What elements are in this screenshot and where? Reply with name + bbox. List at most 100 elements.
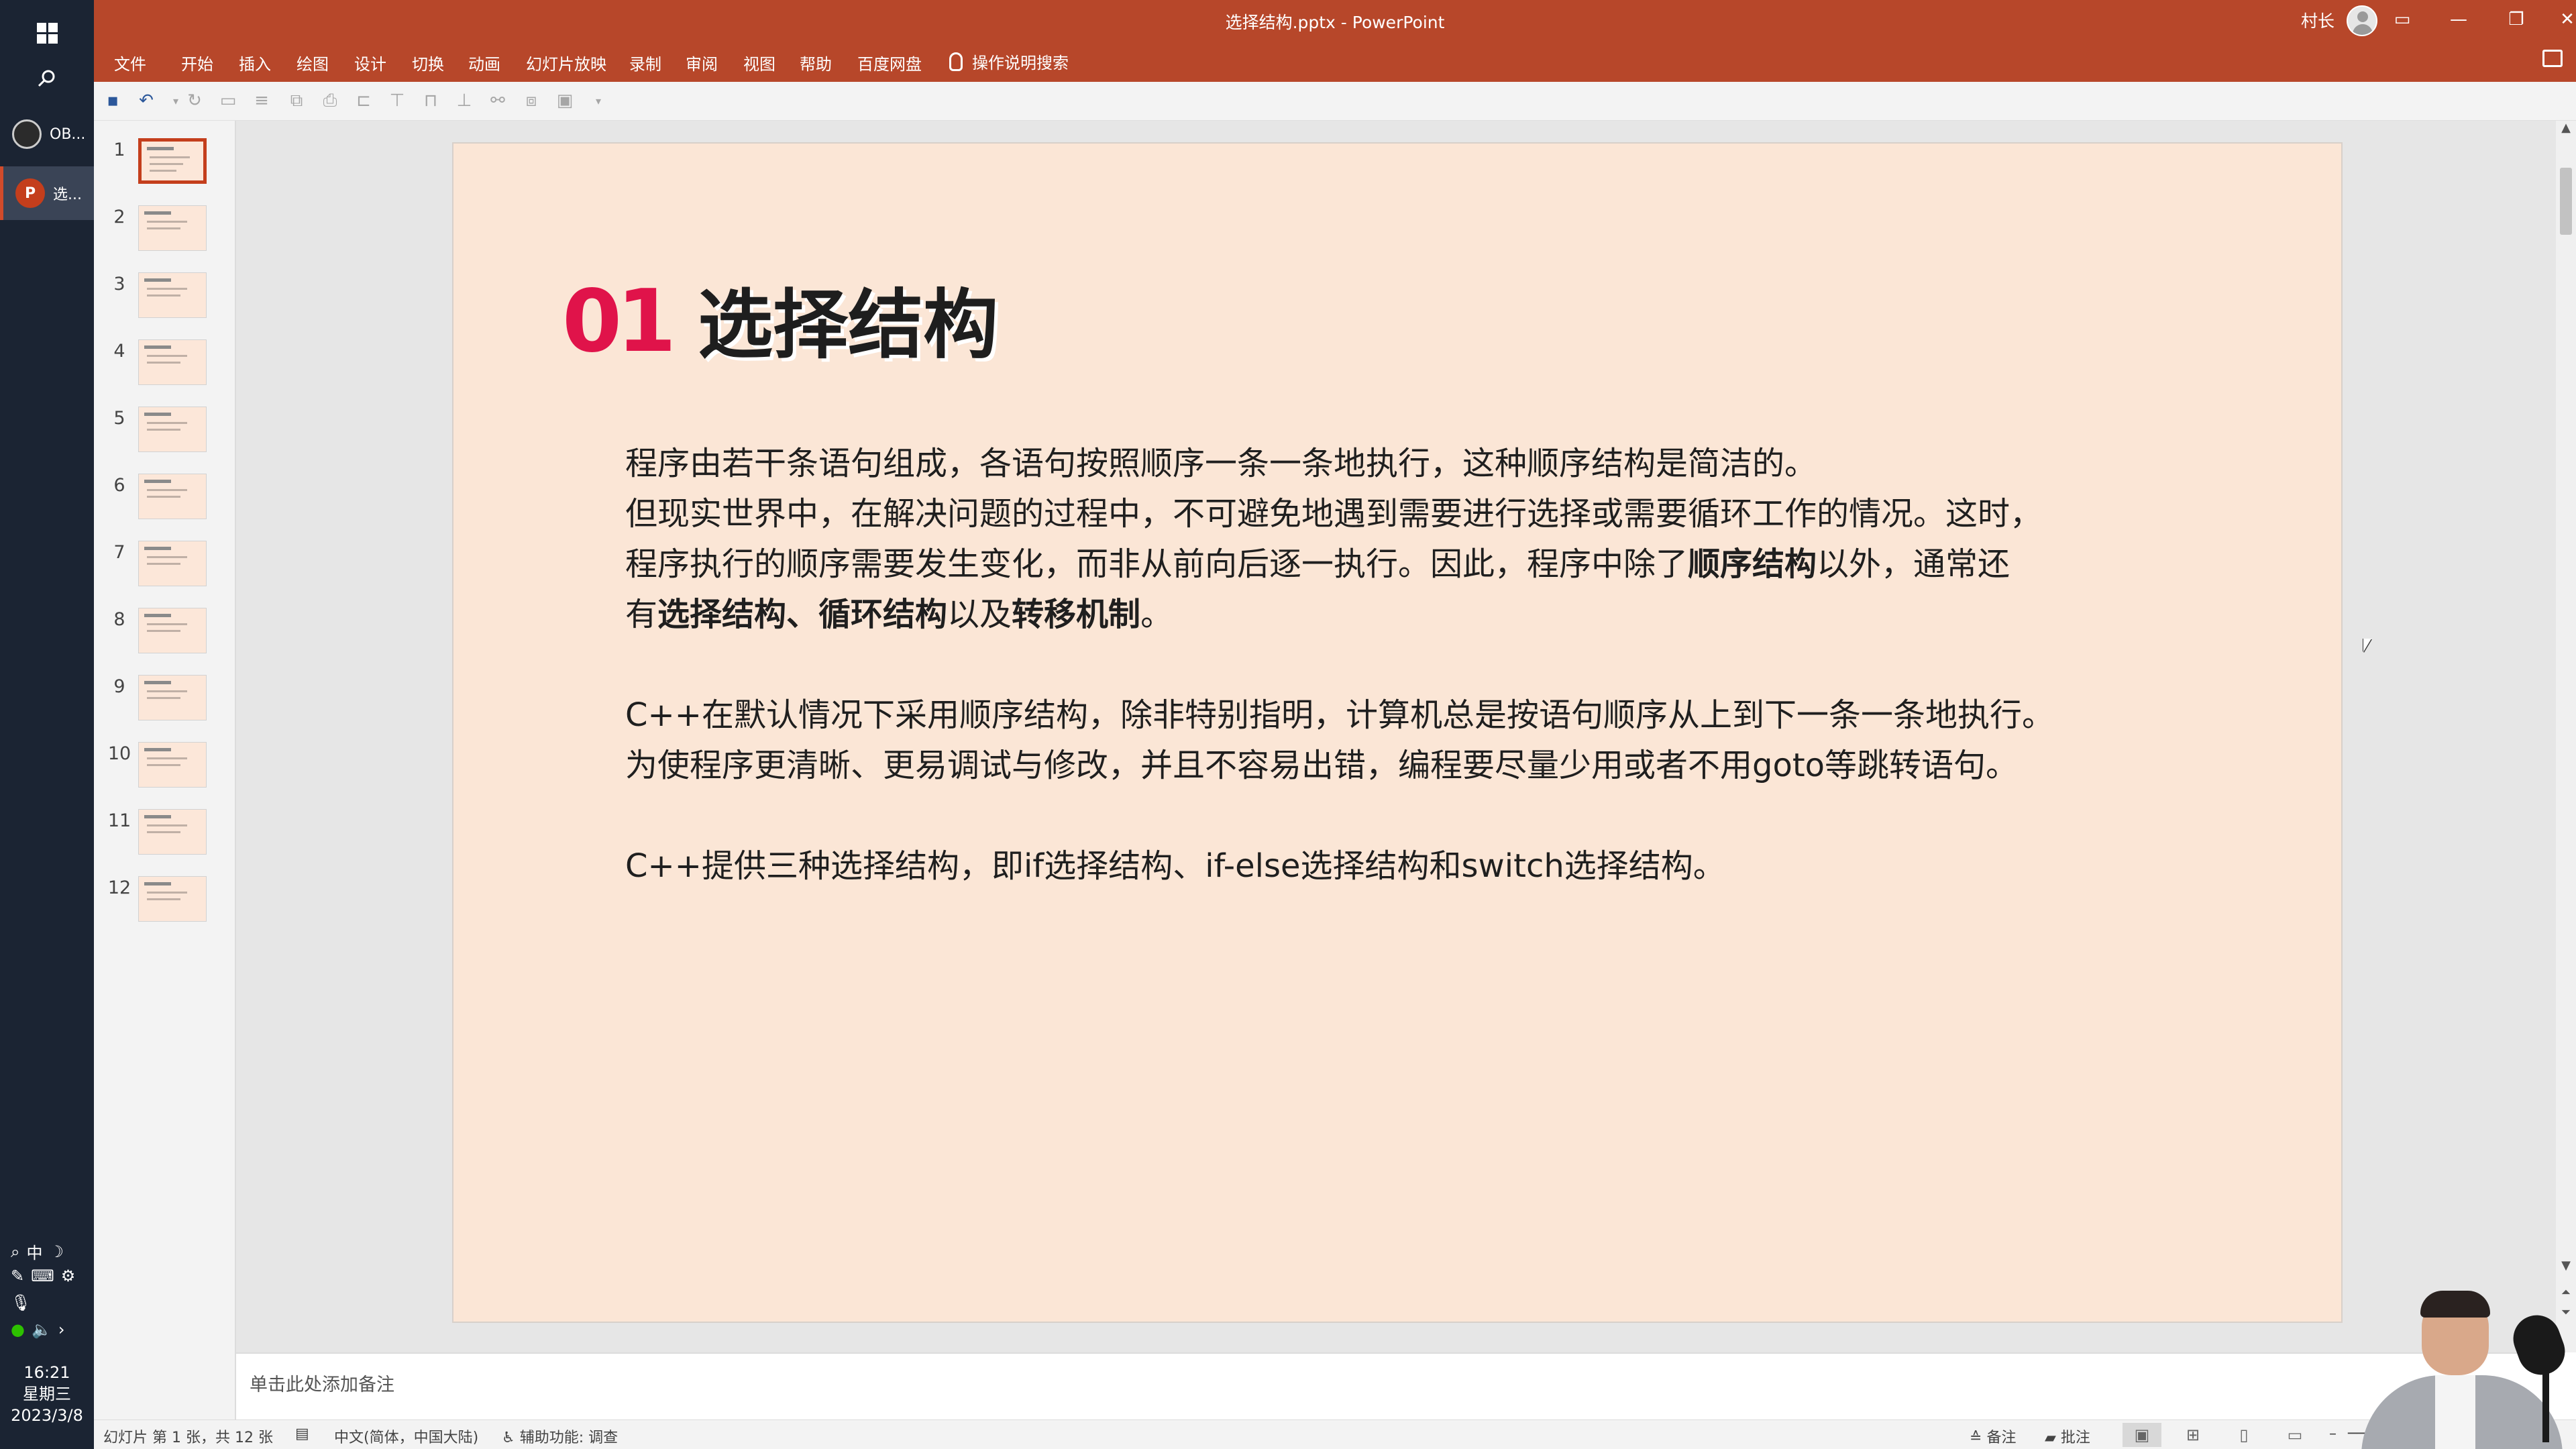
- align-left-icon[interactable]: ⊏: [353, 90, 374, 111]
- slide-thumbnail-5[interactable]: 5: [94, 389, 236, 456]
- slide-canvas[interactable]: 01 选择结构 程序由若干条语句组成，各语句按照顺序一条一条地执行，这种顺序结构…: [452, 142, 2343, 1323]
- search-icon: [38, 70, 55, 87]
- taskbar-clock[interactable]: 16:21 星期三 2023/3/8: [0, 1362, 94, 1426]
- slide-thumbnail-7[interactable]: 7: [94, 523, 236, 590]
- tab-slideshow[interactable]: 幻灯片放映: [526, 51, 606, 74]
- comments-icon[interactable]: [2542, 50, 2563, 67]
- tab-design[interactable]: 设计: [354, 51, 386, 74]
- slide-thumbnail-10[interactable]: 10: [94, 724, 236, 792]
- customize-toolbar-icon[interactable]: ▾: [588, 90, 609, 111]
- chevron-right-icon[interactable]: ›: [58, 1320, 65, 1339]
- normal-view-button[interactable]: ▣: [2123, 1423, 2161, 1447]
- slide-thumbnail-4[interactable]: 4: [94, 322, 236, 389]
- slide-editor-area[interactable]: 01 选择结构 程序由若干条语句组成，各语句按照顺序一条一条地执行，这种顺序结构…: [236, 121, 2556, 1352]
- mouse-cursor-icon: [2363, 639, 2371, 652]
- ribbon-display-options-button[interactable]: ▭: [2373, 0, 2431, 39]
- group-icon[interactable]: ⧈: [521, 90, 542, 111]
- microphone-icon[interactable]: 🎙: [11, 1293, 31, 1312]
- scrollbar-thumb[interactable]: [2560, 168, 2572, 235]
- moon-icon[interactable]: ☽: [49, 1242, 64, 1261]
- windows-start-button[interactable]: [0, 9, 94, 56]
- slide-title[interactable]: 01 选择结构: [562, 264, 998, 373]
- slideshow-view-button[interactable]: ▭: [2275, 1423, 2314, 1447]
- windows-logo-icon: [36, 22, 58, 44]
- slide-thumbnail-6[interactable]: 6: [94, 456, 236, 523]
- minimize-button[interactable]: —: [2430, 0, 2487, 39]
- undo-icon[interactable]: ↶: [136, 90, 157, 111]
- distribute-icon[interactable]: ⊓: [420, 90, 441, 111]
- webcam-overlay: [2348, 1288, 2576, 1449]
- keyboard-icon[interactable]: ⌨: [31, 1267, 54, 1285]
- tab-draw[interactable]: 绘图: [297, 51, 329, 74]
- text-run: 。: [1140, 596, 1173, 633]
- slide-thumbnail-2[interactable]: 2: [94, 188, 236, 255]
- search-icon[interactable]: ⌕: [11, 1242, 19, 1261]
- spell-check-icon[interactable]: ▤: [295, 1426, 309, 1442]
- tab-review[interactable]: 审阅: [686, 51, 718, 74]
- taskbar-app-obs[interactable]: OB...: [0, 107, 94, 161]
- bold-term: 转移机制: [1012, 596, 1141, 633]
- vertical-scrollbar[interactable]: ▲ ▼ ⏶ ⏷: [2556, 121, 2576, 1352]
- save-icon[interactable]: ▪: [102, 90, 123, 111]
- slide-thumbnail-8[interactable]: 8: [94, 590, 236, 657]
- print-icon[interactable]: ⎙: [319, 90, 341, 111]
- thumbnail-number: 2: [113, 207, 125, 227]
- redo-icon[interactable]: ↻: [184, 90, 205, 111]
- tab-record[interactable]: 录制: [629, 51, 661, 74]
- language-indicator[interactable]: 中文(简体，中国大陆): [334, 1426, 478, 1447]
- slideshow-from-start-icon[interactable]: ▭: [217, 90, 239, 111]
- zoom-out-button[interactable]: –: [2329, 1426, 2337, 1442]
- tab-view[interactable]: 视图: [743, 51, 775, 74]
- pen-icon[interactable]: ✎: [11, 1267, 24, 1285]
- align-top-icon[interactable]: ⊤: [386, 90, 408, 111]
- slide-thumbnail-11[interactable]: 11: [94, 792, 236, 859]
- tab-file[interactable]: 文件: [114, 51, 146, 74]
- close-button[interactable]: ✕: [2538, 0, 2576, 39]
- tell-me-label: 操作说明搜索: [972, 54, 1069, 72]
- wechat-icon[interactable]: ●: [11, 1320, 25, 1339]
- align-icon[interactable]: ≡: [251, 90, 272, 111]
- slide-thumbnail-1[interactable]: 1: [94, 121, 236, 188]
- slide-body-textbox[interactable]: 程序由若干条语句组成，各语句按照顺序一条一条地执行，这种顺序结构是简洁的。 但现…: [625, 439, 2289, 942]
- copy-icon[interactable]: ⧉: [286, 90, 307, 111]
- tab-help[interactable]: 帮助: [800, 51, 832, 74]
- scroll-up-icon[interactable]: ▲: [2556, 121, 2576, 140]
- comments-toggle-button[interactable]: ▰ 批注: [2045, 1426, 2090, 1447]
- thumbnail-number: 4: [113, 341, 125, 362]
- volume-icon[interactable]: 🔈: [32, 1320, 52, 1339]
- ime-indicator[interactable]: 中: [26, 1240, 42, 1263]
- tab-baidu-netdisk[interactable]: 百度网盘: [857, 51, 922, 74]
- tab-animations[interactable]: 动画: [468, 51, 500, 74]
- windows-taskbar: OB... P 选... ⌕ 中 ☽ ✎ ⌨ ⚙ 🎙 ● 🔈 › 16:21 星…: [0, 0, 94, 1449]
- tab-insert[interactable]: 插入: [239, 51, 271, 74]
- ribbon-tabs: 文件 开始 插入 绘图 设计 切换 动画 幻灯片放映 录制 审阅 视图 帮助 百…: [94, 43, 2576, 82]
- clock-date: 2023/3/8: [11, 1406, 83, 1425]
- reading-view-button[interactable]: ▯: [2224, 1423, 2263, 1447]
- tab-home[interactable]: 开始: [181, 51, 213, 74]
- comments-button-label: 批注: [2060, 1430, 2090, 1446]
- tell-me-search[interactable]: 操作说明搜索: [949, 50, 1069, 73]
- notes-pane[interactable]: 单击此处添加备注: [236, 1352, 2556, 1419]
- slide-title-text: 选择结构: [698, 282, 999, 369]
- scroll-down-icon[interactable]: ▼: [2556, 1258, 2576, 1277]
- accessibility-status[interactable]: ♿ 辅助功能: 调查: [502, 1426, 618, 1447]
- paragraph-1: 程序由若干条语句组成，各语句按照顺序一条一条地执行，这种顺序结构是简洁的。 但现…: [625, 439, 2289, 640]
- textbox-icon[interactable]: ▣: [554, 90, 576, 111]
- obs-icon: [12, 119, 42, 149]
- taskbar-app-label: OB...: [50, 125, 86, 143]
- tab-transitions[interactable]: 切换: [412, 51, 444, 74]
- slide-thumbnail-12[interactable]: 12: [94, 859, 236, 926]
- link-icon[interactable]: ⚯: [487, 90, 508, 111]
- taskbar-app-powerpoint[interactable]: P 选...: [0, 166, 94, 220]
- slide-thumbnail-3[interactable]: 3: [94, 255, 236, 322]
- gear-icon[interactable]: ⚙: [61, 1267, 76, 1285]
- notes-toggle-button[interactable]: ≙ 备注: [1970, 1426, 2016, 1447]
- thumbnail-image: [138, 205, 207, 251]
- user-name[interactable]: 村长: [2301, 8, 2334, 32]
- slide-thumbnail-9[interactable]: 9: [94, 657, 236, 724]
- restore-button[interactable]: ❐: [2487, 0, 2545, 39]
- align-bottom-icon[interactable]: ⊥: [453, 90, 475, 111]
- document-title: 选择结构.pptx - PowerPoint: [1225, 13, 1445, 32]
- slide-sorter-view-button[interactable]: ⊞: [2174, 1423, 2212, 1447]
- taskbar-search-button[interactable]: [0, 58, 94, 99]
